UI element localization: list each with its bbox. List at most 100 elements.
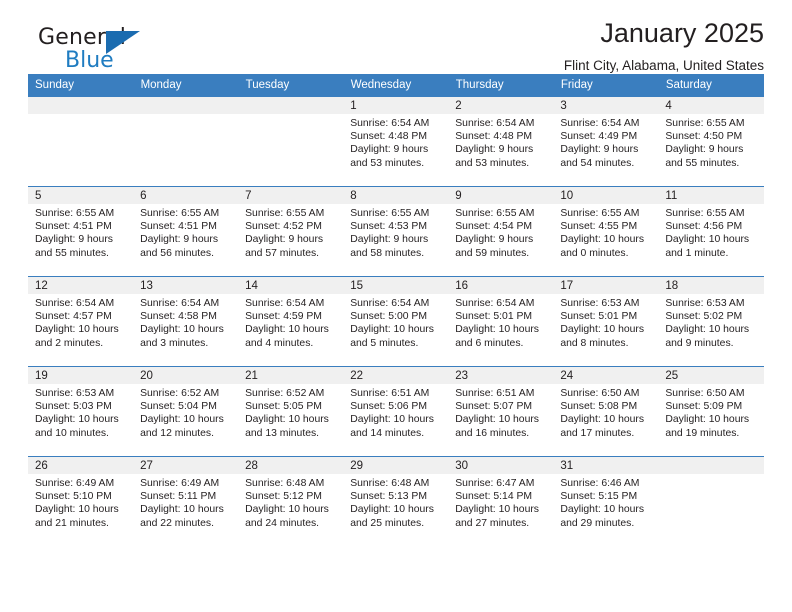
calendar-day-cell[interactable]: 29 Sunrise: 6:48 AM Sunset: 5:13 PM Dayligh… bbox=[343, 456, 449, 546]
calendar-day-cell[interactable]: 7 Sunrise: 6:55 AM Sunset: 4:52 PM Daylight… bbox=[238, 186, 344, 277]
daylight-text-line1: Daylight: 10 hours bbox=[350, 414, 434, 426]
calendar-day-cell[interactable]: 11 Sunrise: 6:55 AM Sunset: 4:56 PM Dayligh… bbox=[658, 186, 764, 277]
day-cell-inner: 3 Sunrise: 6:54 AM Sunset: 4:49 PM Daylight… bbox=[553, 97, 659, 186]
daylight-text-line2: and 56 minutes. bbox=[140, 247, 214, 259]
day-sun-info: Sunrise: 6:50 AM Sunset: 5:09 PM Daylight:… bbox=[658, 384, 763, 440]
calendar-day-cell[interactable]: 19 Sunrise: 6:53 AM Sunset: 5:03 PM Dayligh… bbox=[28, 366, 134, 457]
calendar-day-cell[interactable]: 21 Sunrise: 6:52 AM Sunset: 5:05 PM Dayligh… bbox=[238, 366, 344, 457]
sunrise-text: Sunrise: 6:54 AM bbox=[140, 298, 220, 309]
daylight-text-line2: and 24 minutes. bbox=[245, 517, 320, 529]
day-sun-info: Sunrise: 6:54 AM Sunset: 4:59 PM Daylight:… bbox=[238, 294, 343, 350]
sunrise-text: Sunrise: 6:50 AM bbox=[665, 388, 745, 399]
calendar-day-cell[interactable]: 12 Sunrise: 6:54 AM Sunset: 4:57 PM Dayligh… bbox=[28, 276, 134, 367]
daylight-text-line2: and 57 minutes. bbox=[245, 247, 320, 259]
day-sun-info: Sunrise: 6:46 AM Sunset: 5:15 PM Daylight:… bbox=[553, 474, 658, 530]
sunrise-text: Sunrise: 6:52 AM bbox=[245, 388, 325, 399]
calendar-day-cell[interactable]: 14 Sunrise: 6:54 AM Sunset: 4:59 PM Dayligh… bbox=[238, 276, 344, 367]
daylight-text-line2: and 17 minutes. bbox=[560, 427, 635, 439]
calendar-day-cell[interactable]: 8 Sunrise: 6:55 AM Sunset: 4:53 PM Daylight… bbox=[343, 186, 449, 277]
daylight-text-line1: Daylight: 9 hours bbox=[350, 144, 429, 156]
daylight-text-line2: and 0 minutes. bbox=[560, 247, 629, 259]
day-cell-inner: 1 Sunrise: 6:54 AM Sunset: 4:48 PM Daylight… bbox=[343, 97, 449, 186]
daylight-text-line1: Daylight: 10 hours bbox=[665, 324, 750, 336]
day-number: 2 bbox=[448, 97, 554, 114]
calendar-day-cell[interactable]: 18 Sunrise: 6:53 AM Sunset: 5:02 PM Dayligh… bbox=[658, 276, 764, 367]
day-cell-inner: 27 Sunrise: 6:49 AM Sunset: 5:11 PM Dayligh… bbox=[133, 457, 239, 546]
calendar-day-cell[interactable]: 6 Sunrise: 6:55 AM Sunset: 4:51 PM Daylight… bbox=[133, 186, 239, 277]
daylight-text-line1: Daylight: 10 hours bbox=[560, 504, 645, 516]
day-cell-inner: 30 Sunrise: 6:47 AM Sunset: 5:14 PM Dayligh… bbox=[448, 457, 554, 546]
sunset-text: Sunset: 4:48 PM bbox=[455, 131, 533, 143]
calendar-day-cell[interactable]: 25 Sunrise: 6:50 AM Sunset: 5:09 PM Dayligh… bbox=[658, 366, 764, 457]
day-cell-inner: 15 Sunrise: 6:54 AM Sunset: 5:00 PM Dayligh… bbox=[343, 277, 449, 366]
calendar-day-cell[interactable]: 13 Sunrise: 6:54 AM Sunset: 4:58 PM Dayligh… bbox=[133, 276, 239, 367]
day-cell-inner: 2 Sunrise: 6:54 AM Sunset: 4:48 PM Daylight… bbox=[448, 97, 554, 186]
calendar-day-cell[interactable]: 17 Sunrise: 6:53 AM Sunset: 5:01 PM Dayligh… bbox=[553, 276, 659, 367]
calendar-day-cell bbox=[238, 96, 344, 187]
sunrise-text: Sunrise: 6:54 AM bbox=[455, 118, 535, 129]
calendar-day-cell[interactable]: 10 Sunrise: 6:55 AM Sunset: 4:55 PM Dayligh… bbox=[553, 186, 659, 277]
day-number: 20 bbox=[133, 367, 239, 384]
calendar-day-cell[interactable]: 3 Sunrise: 6:54 AM Sunset: 4:49 PM Daylight… bbox=[553, 96, 659, 187]
day-number: 12 bbox=[28, 277, 134, 294]
sunset-text: Sunset: 4:52 PM bbox=[245, 221, 322, 233]
calendar-day-cell[interactable]: 31 Sunrise: 6:46 AM Sunset: 5:15 PM Dayligh… bbox=[553, 456, 659, 546]
daylight-text-line1: Daylight: 10 hours bbox=[560, 414, 645, 426]
calendar-day-cell[interactable]: 27 Sunrise: 6:49 AM Sunset: 5:11 PM Dayligh… bbox=[133, 456, 239, 546]
calendar-day-cell[interactable]: 20 Sunrise: 6:52 AM Sunset: 5:04 PM Dayligh… bbox=[133, 366, 239, 457]
calendar-day-cell[interactable]: 2 Sunrise: 6:54 AM Sunset: 4:48 PM Daylight… bbox=[448, 96, 554, 187]
calendar-day-cell[interactable]: 23 Sunrise: 6:51 AM Sunset: 5:07 PM Dayligh… bbox=[448, 366, 554, 457]
calendar-day-cell[interactable]: 26 Sunrise: 6:49 AM Sunset: 5:10 PM Dayligh… bbox=[28, 456, 134, 546]
day-cell-inner: 21 Sunrise: 6:52 AM Sunset: 5:05 PM Dayligh… bbox=[238, 367, 344, 456]
calendar-day-cell[interactable]: 9 Sunrise: 6:55 AM Sunset: 4:54 PM Daylight… bbox=[448, 186, 554, 277]
daylight-text-line2: and 8 minutes. bbox=[560, 337, 629, 349]
daylight-text-line2: and 53 minutes. bbox=[455, 157, 530, 169]
calendar-day-cell[interactable]: 5 Sunrise: 6:55 AM Sunset: 4:51 PM Daylight… bbox=[28, 186, 134, 277]
day-cell-inner: 14 Sunrise: 6:54 AM Sunset: 4:59 PM Dayligh… bbox=[238, 277, 344, 366]
sunset-text: Sunset: 5:06 PM bbox=[350, 401, 428, 413]
daylight-text-line1: Daylight: 10 hours bbox=[560, 234, 645, 246]
sunset-text: Sunset: 4:54 PM bbox=[455, 221, 533, 233]
daylight-text-line1: Daylight: 9 hours bbox=[665, 144, 744, 156]
weekday-header-wednesday: Wednesday bbox=[343, 74, 449, 97]
calendar-day-cell[interactable]: 16 Sunrise: 6:54 AM Sunset: 5:01 PM Dayligh… bbox=[448, 276, 554, 367]
day-number: 10 bbox=[553, 187, 659, 204]
daylight-text-line2: and 12 minutes. bbox=[140, 427, 214, 439]
sunset-text: Sunset: 5:15 PM bbox=[560, 491, 638, 503]
day-number bbox=[133, 97, 239, 114]
daylight-text-line2: and 14 minutes. bbox=[350, 427, 425, 439]
day-sun-info: Sunrise: 6:51 AM Sunset: 5:06 PM Daylight:… bbox=[343, 384, 448, 440]
day-sun-info: Sunrise: 6:54 AM Sunset: 4:49 PM Daylight:… bbox=[553, 114, 658, 170]
daylight-text-line1: Daylight: 10 hours bbox=[245, 414, 329, 426]
brand-logo[interactable]: General Blue bbox=[38, 27, 153, 79]
day-number: 9 bbox=[448, 187, 554, 204]
day-cell-inner: 19 Sunrise: 6:53 AM Sunset: 5:03 PM Dayligh… bbox=[28, 367, 134, 456]
sunrise-text: Sunrise: 6:48 AM bbox=[245, 478, 325, 489]
calendar-day-cell[interactable]: 4 Sunrise: 6:55 AM Sunset: 4:50 PM Daylight… bbox=[658, 96, 764, 187]
daylight-text-line2: and 54 minutes. bbox=[560, 157, 635, 169]
calendar-day-cell[interactable]: 30 Sunrise: 6:47 AM Sunset: 5:14 PM Dayligh… bbox=[448, 456, 554, 546]
daylight-text-line2: and 58 minutes. bbox=[350, 247, 425, 259]
weekday-header-thursday: Thursday bbox=[448, 74, 554, 97]
daylight-text-line1: Daylight: 10 hours bbox=[665, 414, 750, 426]
sunrise-text: Sunrise: 6:52 AM bbox=[140, 388, 220, 399]
day-sun-info: Sunrise: 6:53 AM Sunset: 5:02 PM Daylight:… bbox=[658, 294, 763, 350]
sunset-text: Sunset: 5:09 PM bbox=[665, 401, 743, 413]
calendar-day-cell[interactable]: 22 Sunrise: 6:51 AM Sunset: 5:06 PM Dayligh… bbox=[343, 366, 449, 457]
day-cell-inner: 29 Sunrise: 6:48 AM Sunset: 5:13 PM Dayligh… bbox=[343, 457, 449, 546]
day-sun-info: Sunrise: 6:49 AM Sunset: 5:10 PM Daylight:… bbox=[28, 474, 133, 530]
day-number: 21 bbox=[238, 367, 344, 384]
day-cell-inner: 7 Sunrise: 6:55 AM Sunset: 4:52 PM Daylight… bbox=[238, 187, 344, 276]
calendar-day-cell[interactable]: 24 Sunrise: 6:50 AM Sunset: 5:08 PM Dayligh… bbox=[553, 366, 659, 457]
daylight-text-line2: and 1 minute. bbox=[665, 247, 729, 259]
calendar-day-cell[interactable]: 28 Sunrise: 6:48 AM Sunset: 5:12 PM Dayligh… bbox=[238, 456, 344, 546]
sunset-text: Sunset: 5:08 PM bbox=[560, 401, 638, 413]
day-cell-inner: 9 Sunrise: 6:55 AM Sunset: 4:54 PM Daylight… bbox=[448, 187, 554, 276]
calendar-day-cell[interactable]: 1 Sunrise: 6:54 AM Sunset: 4:48 PM Daylight… bbox=[343, 96, 449, 187]
calendar-day-cell[interactable]: 15 Sunrise: 6:54 AM Sunset: 5:00 PM Dayligh… bbox=[343, 276, 449, 367]
daylight-text-line1: Daylight: 9 hours bbox=[560, 144, 639, 156]
day-sun-info: Sunrise: 6:52 AM Sunset: 5:05 PM Daylight:… bbox=[238, 384, 343, 440]
calendar-page: General Blue January 2025 Flint City, Al… bbox=[0, 0, 792, 612]
sunrise-text: Sunrise: 6:47 AM bbox=[455, 478, 535, 489]
day-number: 26 bbox=[28, 457, 134, 474]
